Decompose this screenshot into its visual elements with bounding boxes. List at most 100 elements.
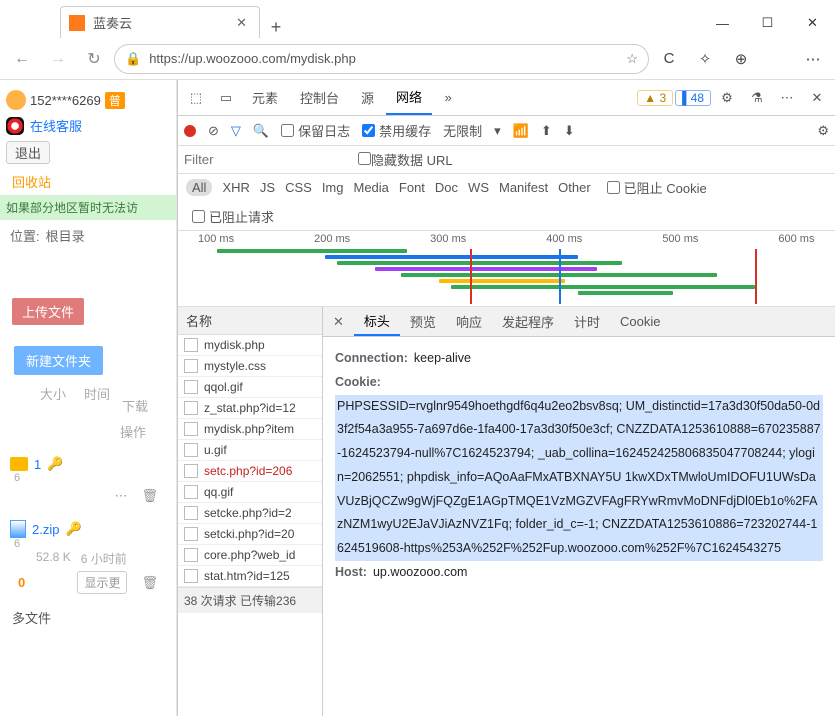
type-ws[interactable]: WS	[468, 180, 489, 195]
request-item[interactable]: setcki.php?id=20	[178, 524, 322, 545]
tab-console[interactable]: 控制台	[290, 80, 349, 115]
folder-link[interactable]: 1 🔑	[10, 456, 166, 472]
request-item[interactable]: qq.gif	[178, 482, 322, 503]
throttle-select[interactable]: 无限制	[443, 121, 482, 140]
logout-button[interactable]: 退出	[6, 141, 50, 164]
detail-tab-initiator[interactable]: 发起程序	[492, 307, 564, 336]
tab-sources[interactable]: 源	[351, 80, 384, 115]
disable-cache-check[interactable]: 禁用缓存	[362, 121, 431, 140]
device-icon[interactable]: ▭	[212, 90, 240, 106]
delete-icon[interactable]: 🗑	[141, 488, 158, 504]
type-media[interactable]: Media	[353, 180, 388, 195]
upload-icon[interactable]: ⬆	[541, 123, 552, 139]
devtools-tabs: ⬚ ▭ 元素 控制台 源 网络 » ▲ 3 ▌48 ⚙ ⚗ ⋯ ✕	[178, 80, 835, 116]
type-doc[interactable]: Doc	[435, 180, 458, 195]
refresh-c-icon[interactable]: C	[653, 50, 685, 67]
warnings-badge[interactable]: ▲ 3	[637, 90, 673, 106]
preserve-log-check[interactable]: 保留日志	[281, 121, 350, 140]
filter-icon[interactable]: ▽	[231, 123, 241, 139]
settings-icon[interactable]: ⚙	[713, 90, 741, 106]
menu-button[interactable]: ⋯	[797, 50, 829, 68]
online-cs-link[interactable]: 在线客服	[0, 114, 176, 137]
request-item[interactable]: mydisk.php?item	[178, 419, 322, 440]
throttle-caret-icon[interactable]: ▾	[494, 123, 501, 139]
new-folder-button[interactable]: 新建文件夹	[14, 346, 103, 375]
request-item[interactable]: setc.php?id=206	[178, 461, 322, 482]
tab-network[interactable]: 网络	[386, 80, 432, 115]
location-breadcrumb: 位置: 根目录	[0, 220, 176, 251]
request-item[interactable]: mydisk.php	[178, 335, 322, 356]
more-icon[interactable]: ⋯	[114, 488, 127, 504]
collections-icon[interactable]: ✧	[689, 50, 721, 68]
site-icon	[69, 15, 85, 31]
name-column-header[interactable]: 名称	[178, 307, 322, 335]
type-xhr[interactable]: XHR	[222, 180, 249, 195]
download-icon[interactable]: ⬇	[564, 123, 575, 139]
detail-tab-preview[interactable]: 预览	[400, 307, 446, 336]
detail-tab-response[interactable]: 响应	[446, 307, 492, 336]
type-manifest[interactable]: Manifest	[499, 180, 548, 195]
request-item[interactable]: u.gif	[178, 440, 322, 461]
search-icon[interactable]: 🔍	[253, 123, 269, 139]
type-css[interactable]: CSS	[285, 180, 312, 195]
clear-icon[interactable]: ⊘	[208, 123, 219, 139]
close-tab-icon[interactable]: ✕	[232, 15, 251, 31]
detail-tab-headers[interactable]: 标头	[354, 307, 400, 336]
url-box[interactable]: 🔒 https://up.woozooo.com/mydisk.php ☆	[114, 44, 649, 74]
user-badge: 普	[105, 92, 125, 109]
multi-file-label[interactable]: 多文件	[0, 604, 176, 631]
close-window-button[interactable]: ✕	[790, 8, 835, 38]
favorite-icon[interactable]: ☆	[626, 51, 638, 67]
more-tabs-icon[interactable]: »	[434, 90, 462, 105]
show-more-button[interactable]: 显示更	[77, 571, 127, 594]
close-devtools-icon[interactable]: ✕	[803, 90, 831, 106]
request-headers[interactable]: Connection:keep-alive Cookie:PHPSESSID=r…	[323, 337, 835, 716]
request-item[interactable]: core.php?web_id	[178, 545, 322, 566]
tab-elements[interactable]: 元素	[242, 80, 288, 115]
hide-data-url-check[interactable]: 隐藏数据 URL	[358, 150, 453, 169]
upload-button[interactable]: 上传文件	[12, 298, 84, 325]
notice-strip: 如果部分地区暂时无法访	[0, 195, 176, 220]
new-tab-button[interactable]: +	[260, 17, 292, 38]
request-name: setcke.php?id=2	[204, 506, 292, 520]
folder-icon	[10, 457, 28, 471]
kebab-icon[interactable]: ⋯	[773, 90, 801, 106]
info-badge[interactable]: ▌48	[675, 90, 711, 106]
type-img[interactable]: Img	[322, 180, 344, 195]
forward-button[interactable]: →	[42, 50, 74, 68]
request-item[interactable]: stat.htm?id=125	[178, 566, 322, 587]
back-button[interactable]: ←	[6, 50, 38, 68]
request-item[interactable]: z_stat.php?id=12	[178, 398, 322, 419]
recycle-bin-link[interactable]: 回收站	[0, 168, 176, 195]
type-js[interactable]: JS	[260, 180, 275, 195]
browser-tab[interactable]: 蓝奏云 ✕	[60, 6, 260, 38]
wifi-icon[interactable]: 📶	[513, 123, 529, 139]
type-all[interactable]: All	[186, 179, 212, 196]
file-link[interactable]: 2.zip 🔑	[10, 520, 166, 538]
request-item[interactable]: mystyle.css	[178, 356, 322, 377]
file-icon	[184, 359, 198, 373]
blocked-req-check[interactable]: 已阻止请求	[192, 207, 827, 226]
row-age: 6	[10, 472, 166, 484]
type-font[interactable]: Font	[399, 180, 425, 195]
blocked-cookie-check[interactable]: 已阻止 Cookie	[607, 178, 707, 197]
delete-icon[interactable]: 🗑	[141, 575, 158, 591]
record-icon[interactable]	[184, 125, 196, 137]
maximize-button[interactable]: ☐	[745, 8, 790, 38]
detail-tab-timing[interactable]: 计时	[564, 307, 610, 336]
type-other[interactable]: Other	[558, 180, 591, 195]
inspect-icon[interactable]: ⬚	[182, 90, 210, 106]
detail-tab-cookies[interactable]: Cookie	[610, 307, 670, 336]
location-root[interactable]: 根目录	[46, 226, 85, 245]
net-settings-icon[interactable]: ⚙	[817, 123, 829, 139]
minimize-button[interactable]: —	[700, 8, 745, 38]
file-icon	[184, 443, 198, 457]
request-item[interactable]: qqol.gif	[178, 377, 322, 398]
close-detail-icon[interactable]: ✕	[323, 314, 354, 330]
extensions-icon[interactable]: ⊕	[725, 50, 757, 68]
waterfall-timeline[interactable]: 100 ms 200 ms 300 ms 400 ms 500 ms 600 m…	[178, 231, 835, 307]
request-item[interactable]: setcke.php?id=2	[178, 503, 322, 524]
reload-button[interactable]: ↻	[78, 49, 110, 69]
filter-input[interactable]	[184, 152, 344, 167]
feedback-icon[interactable]: ⚗	[743, 90, 771, 106]
